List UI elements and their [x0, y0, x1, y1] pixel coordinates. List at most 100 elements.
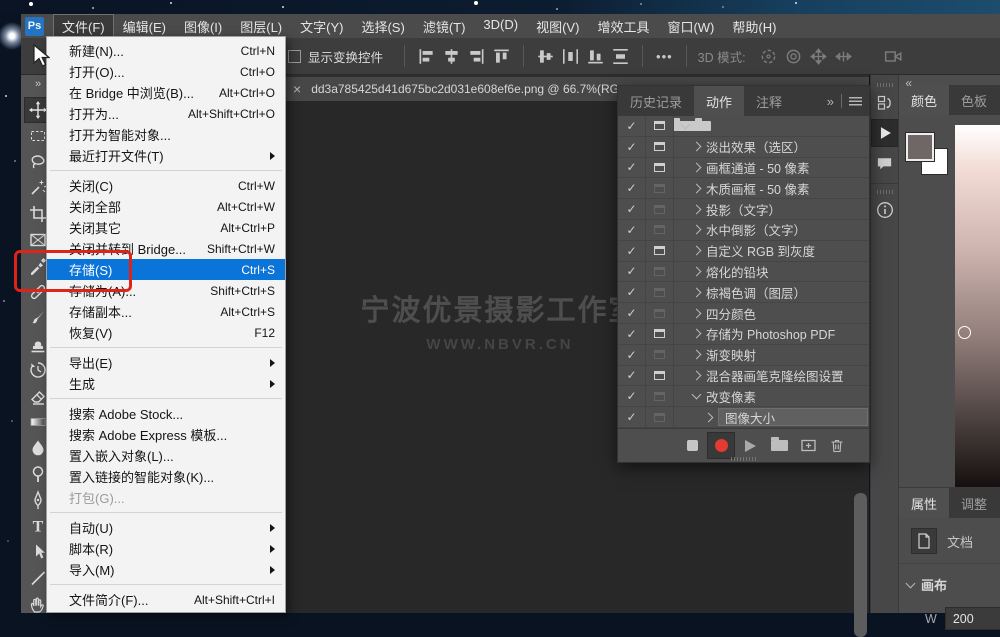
action-dialog-toggle[interactable]: [645, 371, 673, 380]
action-row[interactable]: ✓四分颜色: [618, 303, 869, 324]
menubar-item[interactable]: 增效工具: [588, 14, 658, 39]
action-row[interactable]: ✓棕褐色调（图层）: [618, 282, 869, 303]
action-dialog-toggle[interactable]: [645, 392, 673, 401]
action-dialog-toggle[interactable]: [645, 267, 673, 276]
menubar-item[interactable]: 文字(Y): [291, 14, 352, 39]
menubar-item[interactable]: 图层(L): [231, 14, 291, 39]
menubar-item[interactable]: 选择(S): [352, 14, 413, 39]
file-menu-item[interactable]: 打开为...Alt+Shift+Ctrl+O: [47, 103, 285, 124]
expand-right-icon[interactable]: [692, 225, 702, 235]
action-dialog-toggle[interactable]: [645, 246, 673, 255]
expand-right-icon[interactable]: [692, 163, 702, 173]
file-menu-item[interactable]: 恢复(V)F12: [47, 322, 285, 343]
action-check-icon[interactable]: ✓: [618, 202, 645, 216]
action-row[interactable]: ✓熔化的铅块: [618, 262, 869, 283]
expand-right-icon[interactable]: [704, 412, 714, 422]
menubar-item[interactable]: 滤镜(T): [414, 14, 475, 39]
distribute-horizontal-icon[interactable]: [561, 47, 580, 65]
history-panel-icon[interactable]: [871, 89, 898, 117]
expand-right-icon[interactable]: [692, 267, 702, 277]
file-menu-item[interactable]: 搜索 Adobe Express 模板...: [47, 424, 285, 445]
expand-right-icon[interactable]: [692, 246, 702, 256]
file-menu-item[interactable]: 自动(U): [47, 517, 285, 538]
distribute-vertical-icon[interactable]: [611, 47, 630, 65]
expand-right-icon[interactable]: [692, 329, 702, 339]
action-check-icon[interactable]: ✓: [618, 285, 645, 299]
panel-collapse-icon[interactable]: »: [827, 94, 834, 109]
foreground-color-swatch[interactable]: [906, 133, 934, 161]
action-dialog-toggle[interactable]: [645, 288, 673, 297]
panel-resize-gripper[interactable]: [731, 457, 757, 461]
action-row[interactable]: ✓水中倒影（文字）: [618, 220, 869, 241]
color-picker-marker[interactable]: [958, 326, 971, 339]
menubar-item[interactable]: 图像(I): [175, 14, 231, 39]
tab-历史记录[interactable]: 历史记录: [618, 86, 694, 116]
action-check-icon[interactable]: ✓: [618, 327, 645, 341]
action-row[interactable]: ✓木质画框 - 50 像素: [618, 178, 869, 199]
canvas-section-header[interactable]: 画布: [907, 575, 1000, 594]
action-dialog-toggle[interactable]: [645, 350, 673, 359]
expand-down-icon[interactable]: [681, 119, 691, 129]
file-menu-item[interactable]: 关闭全部Alt+Ctrl+W: [47, 196, 285, 217]
menubar-item[interactable]: 视图(V): [527, 14, 588, 39]
dock-gripper[interactable]: [877, 83, 893, 87]
info-panel-icon[interactable]: [871, 196, 898, 224]
action-dialog-toggle[interactable]: [645, 142, 673, 151]
action-dialog-toggle[interactable]: [645, 309, 673, 318]
file-menu-item[interactable]: 搜索 Adobe Stock...: [47, 403, 285, 424]
file-menu-item[interactable]: 关闭(C)Ctrl+W: [47, 175, 285, 196]
action-check-icon[interactable]: ✓: [618, 244, 645, 258]
action-row[interactable]: ✓存储为 Photoshop PDF: [618, 324, 869, 345]
action-check-icon[interactable]: ✓: [618, 264, 645, 278]
action-check-icon[interactable]: ✓: [618, 181, 645, 195]
action-check-icon[interactable]: ✓: [618, 160, 645, 174]
dock-collapse-icon[interactable]: «: [905, 76, 912, 90]
action-check-icon[interactable]: ✓: [618, 140, 645, 154]
tab-色板[interactable]: 色板: [949, 85, 999, 115]
menubar-item[interactable]: 3D(D): [474, 14, 527, 39]
toolbar-expand-icon[interactable]: »: [35, 75, 41, 91]
play-button[interactable]: [736, 432, 764, 459]
action-dialog-toggle[interactable]: [645, 163, 673, 172]
action-row[interactable]: ✓改变像素: [618, 386, 869, 407]
action-check-icon[interactable]: ✓: [618, 389, 645, 403]
action-row[interactable]: ✓投影（文字）: [618, 199, 869, 220]
align-left-icon[interactable]: [417, 47, 436, 65]
action-row[interactable]: ✓自定义 RGB 到灰度: [618, 241, 869, 262]
new-set-button[interactable]: [765, 432, 793, 459]
file-menu-item[interactable]: 打开为智能对象...: [47, 124, 285, 145]
action-dialog-toggle[interactable]: [645, 225, 673, 234]
expand-right-icon[interactable]: [692, 183, 702, 193]
action-check-icon[interactable]: ✓: [618, 223, 645, 237]
file-menu-item[interactable]: 置入链接的智能对象(K)...: [47, 466, 285, 487]
align-bottom-icon[interactable]: [586, 47, 605, 65]
align-top-icon[interactable]: [492, 47, 511, 65]
tab-属性[interactable]: 属性: [899, 488, 949, 518]
expand-right-icon[interactable]: [692, 204, 702, 214]
action-dialog-toggle[interactable]: [645, 329, 673, 338]
delete-button[interactable]: [823, 432, 851, 459]
notes-panel-icon[interactable]: [871, 149, 898, 177]
file-menu-item[interactable]: 文件简介(F)...Alt+Shift+Ctrl+I: [47, 589, 285, 610]
expand-right-icon[interactable]: [692, 308, 702, 318]
tab-close-icon[interactable]: ×: [293, 82, 301, 96]
action-row[interactable]: ✓图像大小: [618, 407, 869, 428]
expand-down-icon[interactable]: [692, 390, 702, 400]
actions-panel-icon[interactable]: [871, 119, 898, 147]
tab-调整[interactable]: 调整: [949, 488, 999, 518]
action-dialog-toggle[interactable]: [645, 184, 673, 193]
more-options-icon[interactable]: •••: [656, 49, 673, 64]
action-check-icon[interactable]: ✓: [618, 368, 645, 382]
menubar-item[interactable]: 窗口(W): [658, 14, 723, 39]
tab-注释[interactable]: 注释: [744, 86, 794, 116]
new-action-button[interactable]: [794, 432, 822, 459]
action-check-icon[interactable]: ✓: [618, 410, 645, 424]
expand-right-icon[interactable]: [692, 371, 702, 381]
panel-menu-icon[interactable]: [849, 97, 862, 106]
action-dialog-toggle[interactable]: [645, 121, 673, 130]
action-check-icon[interactable]: ✓: [618, 306, 645, 320]
action-row[interactable]: ✓渐变映射: [618, 345, 869, 366]
action-dialog-toggle[interactable]: [645, 205, 673, 214]
menubar-item[interactable]: 帮助(H): [723, 14, 785, 39]
file-menu-item[interactable]: 最近打开文件(T): [47, 145, 285, 166]
